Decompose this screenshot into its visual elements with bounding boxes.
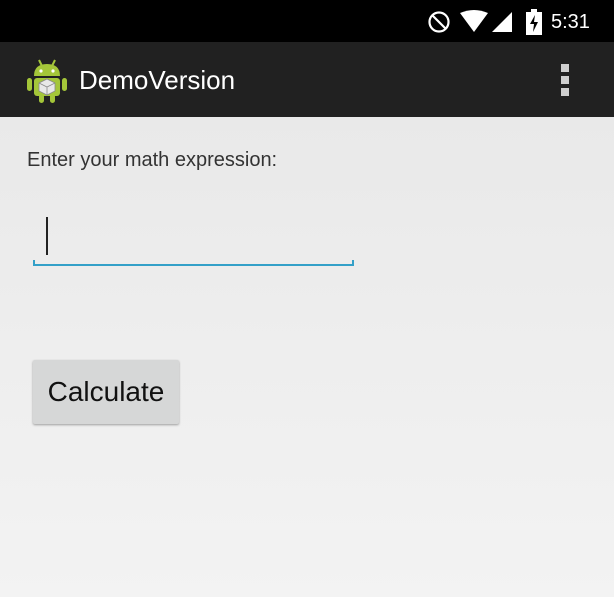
calculate-button[interactable]: Calculate xyxy=(33,360,179,424)
app-title: DemoVersion xyxy=(79,65,236,95)
battery-charging-icon xyxy=(526,9,542,35)
overflow-menu-icon[interactable] xyxy=(553,60,577,100)
status-bar: 5:31 xyxy=(0,0,614,42)
app-screen: 5:31 DemoVersion Enter your math express… xyxy=(0,0,614,597)
cell-signal-icon xyxy=(492,12,512,32)
text-cursor xyxy=(46,217,48,255)
status-clock: 5:31 xyxy=(551,11,590,33)
wifi-icon xyxy=(460,10,488,32)
expression-input-underline xyxy=(33,260,354,266)
main-content: Enter your math expression: Calculate xyxy=(0,117,614,597)
action-bar: DemoVersion xyxy=(0,42,614,117)
android-app-icon xyxy=(27,59,67,103)
do-not-disturb-icon xyxy=(428,11,450,33)
expression-input[interactable] xyxy=(33,207,354,265)
expression-prompt-label: Enter your math expression: xyxy=(27,149,278,171)
